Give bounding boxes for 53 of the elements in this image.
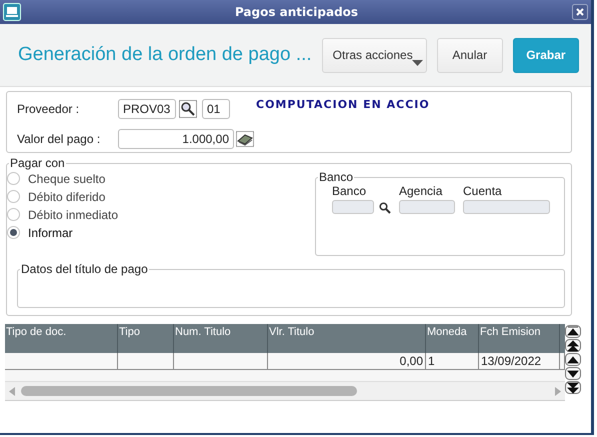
radio-option[interactable]: Débito inmediato: [7, 207, 118, 222]
close-icon[interactable]: [572, 4, 588, 20]
radio-button[interactable]: [7, 190, 20, 203]
panel-legend: Banco: [318, 170, 354, 184]
radio-button[interactable]: [7, 172, 20, 185]
column-header[interactable]: Tipo de doc.: [5, 324, 118, 353]
supplier-code-field[interactable]: PROV03: [118, 99, 176, 119]
row-up-icon[interactable]: [565, 353, 581, 366]
actions-menu-button[interactable]: Otras acciones: [322, 38, 427, 72]
option-label: Informar: [28, 226, 73, 240]
supplier-name: COMPUTACION EN ACCIO: [256, 98, 430, 111]
radio-option[interactable]: Cheque suelto: [7, 171, 118, 186]
table-cell: [118, 353, 174, 370]
field-label: Valor del pago :: [17, 132, 102, 146]
page-up-icon[interactable]: [565, 339, 581, 352]
option-label: Débito diferido: [28, 190, 106, 204]
table-cell: 1: [426, 353, 479, 370]
radio-button[interactable]: [7, 226, 20, 239]
column-header[interactable]: Vlr. Titulo: [268, 324, 426, 353]
column-header[interactable]: Moneda: [426, 324, 479, 353]
page-down-icon[interactable]: [565, 381, 581, 394]
amount-field[interactable]: 1.000,00: [118, 129, 234, 149]
window-title: Pagos anticipados: [234, 5, 358, 19]
caret-icon: [412, 60, 423, 66]
bank-input-field[interactable]: [399, 200, 455, 214]
app-icon: [3, 3, 21, 21]
first-row-icon[interactable]: [565, 325, 581, 338]
money-icon[interactable]: [236, 131, 254, 147]
search-icon[interactable]: [379, 202, 391, 214]
column-header[interactable]: Num. Titulo: [174, 324, 268, 353]
cancel-button[interactable]: Anular: [436, 38, 503, 72]
radio-button[interactable]: [7, 208, 20, 221]
option-label: Cheque suelto: [28, 172, 106, 186]
panel-legend: Datos del título de pago: [20, 262, 149, 276]
search-icon[interactable]: [179, 100, 197, 118]
radio-option[interactable]: Débito diferido: [7, 189, 118, 204]
row-down-icon[interactable]: [565, 367, 581, 380]
table-cell: [560, 353, 565, 370]
panel-legend: Pagar con: [9, 156, 66, 170]
field-label: Agencia: [399, 184, 444, 198]
table-cell: 0,00: [268, 353, 426, 370]
option-label: Débito inmediato: [28, 208, 118, 222]
bank-input-field[interactable]: [463, 200, 550, 214]
form-title: Generación de la orden de pago ...: [18, 44, 312, 66]
branch-field[interactable]: 01: [202, 99, 230, 119]
column-header[interactable]: Tipo: [118, 324, 174, 353]
field-label: Banco: [332, 184, 368, 198]
radio-option[interactable]: Informar: [7, 225, 118, 240]
column-header[interactable]: Fch Emision: [479, 324, 560, 353]
field-label: Cuenta: [463, 184, 503, 198]
table-cell: 13/09/2022: [479, 353, 560, 370]
field-label: Proveedor :: [17, 102, 80, 116]
bank-input-field[interactable]: [332, 200, 374, 214]
